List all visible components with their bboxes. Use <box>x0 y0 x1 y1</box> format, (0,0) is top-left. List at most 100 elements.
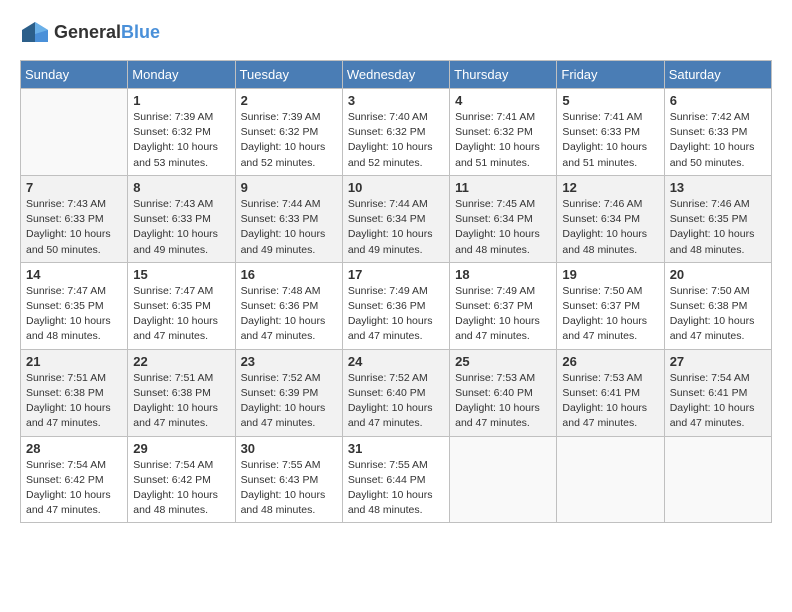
day-info: Sunrise: 7:44 AMSunset: 6:33 PMDaylight:… <box>241 197 337 258</box>
calendar-cell: 18Sunrise: 7:49 AMSunset: 6:37 PMDayligh… <box>450 262 557 349</box>
day-number: 1 <box>133 93 229 108</box>
calendar-cell: 25 Sunrise: 7:53 AMSunset: 6:40 PMDayligh… <box>450 349 557 436</box>
day-number: 20 <box>670 267 766 282</box>
day-number: 8 <box>133 180 229 195</box>
col-header-saturday: Saturday <box>664 61 771 89</box>
logo-blue: Blue <box>121 22 160 42</box>
day-number: 11 <box>455 180 551 195</box>
day-number: 16 <box>241 267 337 282</box>
day-number: 29 <box>133 441 229 456</box>
calendar-cell: 17 Sunrise: 7:49 AMSunset: 6:36 PMDayligh… <box>342 262 449 349</box>
day-info: Sunrise: 7:54 AMSunset: 6:42 PMDaylight:… <box>133 458 229 519</box>
day-number: 6 <box>670 93 766 108</box>
day-info: Sunrise: 7:49 AMSunset: 6:36 PMDaylight:… <box>348 284 444 345</box>
col-header-thursday: Thursday <box>450 61 557 89</box>
logo: GeneralBlue <box>20 20 160 44</box>
header-row: SundayMondayTuesdayWednesdayThursdayFrid… <box>21 61 772 89</box>
day-info: Sunrise: 7:54 AMSunset: 6:41 PMDaylight:… <box>670 371 766 432</box>
day-number: 15 <box>133 267 229 282</box>
calendar-cell: 4 Sunrise: 7:41 AMSunset: 6:32 PMDaylight… <box>450 89 557 176</box>
col-header-tuesday: Tuesday <box>235 61 342 89</box>
day-info: Sunrise: 7:51 AMSunset: 6:38 PMDaylight:… <box>133 371 229 432</box>
day-number: 26 <box>562 354 658 369</box>
calendar-cell: 6 Sunrise: 7:42 AMSunset: 6:33 PMDaylight… <box>664 89 771 176</box>
week-row-2: 7 Sunrise: 7:43 AMSunset: 6:33 PMDaylight… <box>21 175 772 262</box>
day-number: 24 <box>348 354 444 369</box>
calendar-cell: 1Sunrise: 7:39 AMSunset: 6:32 PMDaylight… <box>128 89 235 176</box>
calendar-cell: 8 Sunrise: 7:43 AMSunset: 6:33 PMDaylight… <box>128 175 235 262</box>
day-number: 3 <box>348 93 444 108</box>
calendar-cell <box>21 89 128 176</box>
calendar-cell: 26 Sunrise: 7:53 AMSunset: 6:41 PMDayligh… <box>557 349 664 436</box>
day-number: 31 <box>348 441 444 456</box>
day-info: Sunrise: 7:45 AMSunset: 6:34 PMDaylight:… <box>455 197 551 258</box>
day-number: 17 <box>348 267 444 282</box>
day-info: Sunrise: 7:47 AMSunset: 6:35 PMDaylight:… <box>26 284 122 345</box>
day-info: Sunrise: 7:51 AMSunset: 6:38 PMDaylight:… <box>26 371 122 432</box>
logo-icon <box>20 20 50 44</box>
day-info: Sunrise: 7:46 AMSunset: 6:35 PMDaylight:… <box>670 197 766 258</box>
calendar-cell: 21 Sunrise: 7:51 AMSunset: 6:38 PMDayligh… <box>21 349 128 436</box>
day-info: Sunrise: 7:53 AMSunset: 6:41 PMDaylight:… <box>562 371 658 432</box>
week-row-1: 1 Sunrise: 7:39 AMSunset: 6:32 PMDaylight… <box>21 89 772 176</box>
day-number: 14 <box>26 267 122 282</box>
calendar-cell <box>664 436 771 523</box>
day-info: Sunrise: 7:48 AMSunset: 6:36 PMDaylight:… <box>241 284 337 345</box>
day-number: 10 <box>348 180 444 195</box>
day-number: 2 <box>241 93 337 108</box>
calendar-cell: 9 Sunrise: 7:44 AMSunset: 6:33 PMDaylight… <box>235 175 342 262</box>
week-row-5: 28 Sunrise: 7:54 AMSunset: 6:42 PMDayligh… <box>21 436 772 523</box>
calendar-cell: 30 Sunrise: 7:55 AMSunset: 6:43 PMDayligh… <box>235 436 342 523</box>
day-info: Sunrise: 7:55 AMSunset: 6:43 PMDaylight:… <box>241 458 337 519</box>
calendar-cell: 29 Sunrise: 7:54 AMSunset: 6:42 PMDayligh… <box>128 436 235 523</box>
col-header-friday: Friday <box>557 61 664 89</box>
day-info: Sunrise: 7:46 AMSunset: 6:34 PMDaylight:… <box>562 197 658 258</box>
day-info: Sunrise: 7:43 AMSunset: 6:33 PMDaylight:… <box>133 197 229 258</box>
calendar-cell: 13 Sunrise: 7:46 AMSunset: 6:35 PMDayligh… <box>664 175 771 262</box>
calendar-cell: 27Sunrise: 7:54 AMSunset: 6:41 PMDayligh… <box>664 349 771 436</box>
day-info: Sunrise: 7:49 AMSunset: 6:37 PMDaylight:… <box>455 284 551 345</box>
calendar-cell: 19 Sunrise: 7:50 AMSunset: 6:37 PMDayligh… <box>557 262 664 349</box>
day-number: 13 <box>670 180 766 195</box>
day-number: 23 <box>241 354 337 369</box>
day-number: 19 <box>562 267 658 282</box>
day-number: 25 <box>455 354 551 369</box>
day-info: Sunrise: 7:39 AMSunset: 6:32 PMDaylight:… <box>241 110 337 171</box>
header: GeneralBlue <box>20 20 772 44</box>
calendar-cell: 23Sunrise: 7:52 AMSunset: 6:39 PMDayligh… <box>235 349 342 436</box>
calendar-cell: 2 Sunrise: 7:39 AMSunset: 6:32 PMDaylight… <box>235 89 342 176</box>
day-number: 4 <box>455 93 551 108</box>
calendar-cell: 31 Sunrise: 7:55 AMSunset: 6:44 PMDayligh… <box>342 436 449 523</box>
calendar-cell <box>450 436 557 523</box>
day-number: 30 <box>241 441 337 456</box>
day-info: Sunrise: 7:40 AMSunset: 6:32 PMDaylight:… <box>348 110 444 171</box>
day-number: 9 <box>241 180 337 195</box>
calendar-cell: 28Sunrise: 7:54 AMSunset: 6:42 PMDayligh… <box>21 436 128 523</box>
day-info: Sunrise: 7:41 AMSunset: 6:33 PMDaylight:… <box>562 110 658 171</box>
day-number: 21 <box>26 354 122 369</box>
day-info: Sunrise: 7:55 AMSunset: 6:44 PMDaylight:… <box>348 458 444 519</box>
day-info: Sunrise: 7:42 AMSunset: 6:33 PMDaylight:… <box>670 110 766 171</box>
calendar-cell: 3 Sunrise: 7:40 AMSunset: 6:32 PMDaylight… <box>342 89 449 176</box>
day-number: 12 <box>562 180 658 195</box>
calendar-cell: 11 Sunrise: 7:45 AMSunset: 6:34 PMDayligh… <box>450 175 557 262</box>
day-number: 28 <box>26 441 122 456</box>
col-header-monday: Monday <box>128 61 235 89</box>
day-info: Sunrise: 7:50 AMSunset: 6:37 PMDaylight:… <box>562 284 658 345</box>
day-info: Sunrise: 7:53 AMSunset: 6:40 PMDaylight:… <box>455 371 551 432</box>
day-info: Sunrise: 7:47 AMSunset: 6:35 PMDaylight:… <box>133 284 229 345</box>
col-header-wednesday: Wednesday <box>342 61 449 89</box>
calendar-cell: 10Sunrise: 7:44 AMSunset: 6:34 PMDayligh… <box>342 175 449 262</box>
day-number: 5 <box>562 93 658 108</box>
day-info: Sunrise: 7:43 AMSunset: 6:33 PMDaylight:… <box>26 197 122 258</box>
day-number: 22 <box>133 354 229 369</box>
logo-general: General <box>54 22 121 42</box>
day-info: Sunrise: 7:41 AMSunset: 6:32 PMDaylight:… <box>455 110 551 171</box>
week-row-4: 21 Sunrise: 7:51 AMSunset: 6:38 PMDayligh… <box>21 349 772 436</box>
day-number: 7 <box>26 180 122 195</box>
calendar: SundayMondayTuesdayWednesdayThursdayFrid… <box>20 60 772 523</box>
calendar-cell: 16 Sunrise: 7:48 AMSunset: 6:36 PMDayligh… <box>235 262 342 349</box>
calendar-cell: 7 Sunrise: 7:43 AMSunset: 6:33 PMDaylight… <box>21 175 128 262</box>
day-info: Sunrise: 7:52 AMSunset: 6:40 PMDaylight:… <box>348 371 444 432</box>
calendar-cell: 22 Sunrise: 7:51 AMSunset: 6:38 PMDayligh… <box>128 349 235 436</box>
